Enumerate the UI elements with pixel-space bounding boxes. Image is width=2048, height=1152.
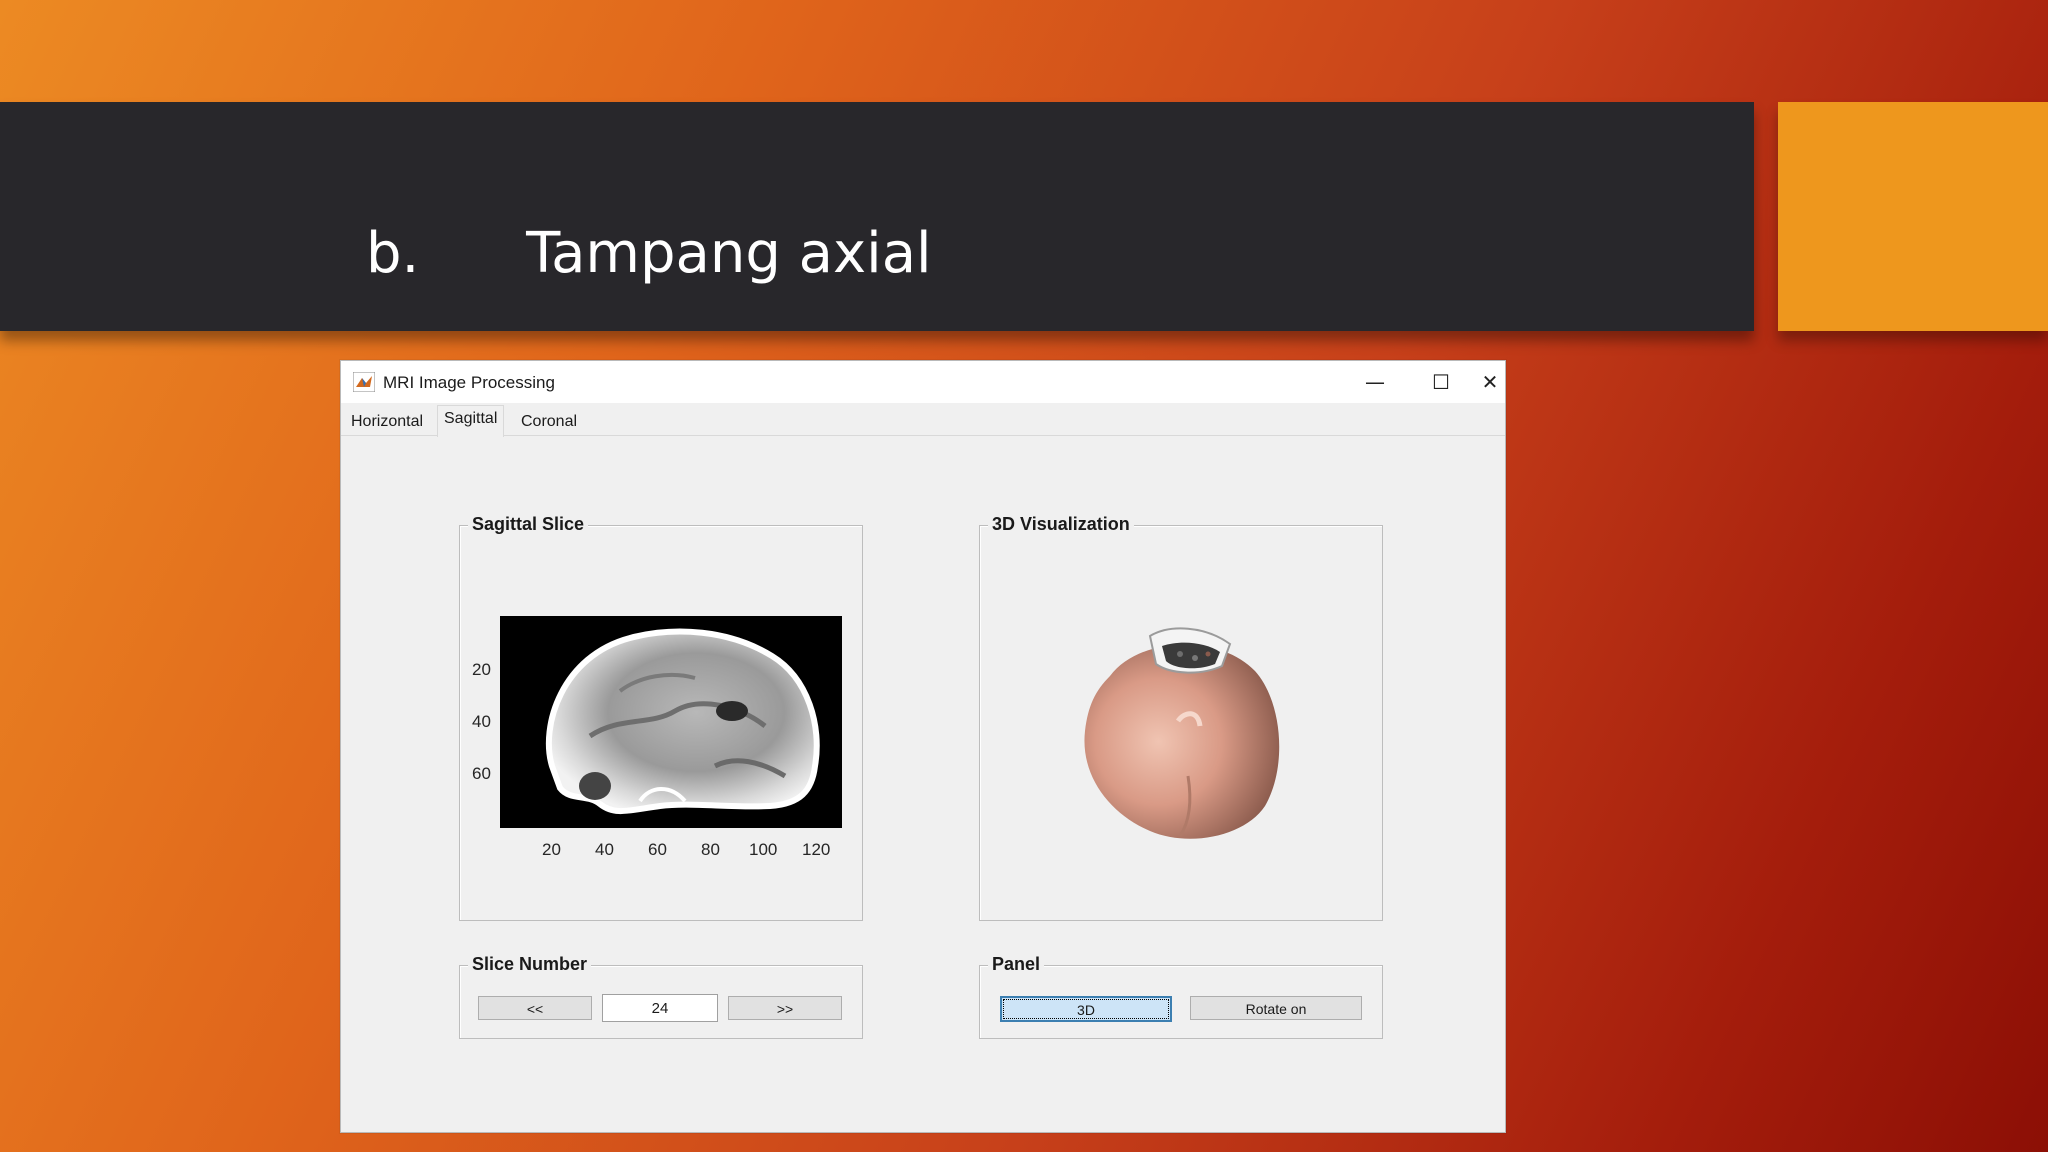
maximize-icon: ☐ [1432,370,1450,394]
slide-title: b. Tampang axial [366,226,932,282]
tab-strip: Horizontal Sagittal Coronal [341,403,1505,437]
rotate-on-button[interactable]: Rotate on [1190,996,1362,1020]
sagittal-slice-label: Sagittal Slice [468,514,589,535]
accent-block [1778,102,2048,331]
app-window: MRI Image Processing — ☐ ✕ Horizontal Sa… [340,360,1506,1133]
minimize-button[interactable]: — [1343,361,1407,403]
panel-group: Panel 3D Rotate on [979,954,1383,1039]
next-slice-button[interactable]: >> [728,996,842,1020]
title-band [0,102,1754,331]
window-title: MRI Image Processing [383,373,555,392]
minimize-icon: — [1365,370,1385,394]
close-icon: ✕ [1481,370,1499,394]
x-tick: 100 [749,840,778,859]
tab-horizontal[interactable]: Horizontal [345,409,429,435]
y-tick: 60 [472,764,491,783]
x-tick: 20 [542,840,561,859]
sagittal-slice-group: Sagittal Slice 20 40 60 20 40 60 80 100 … [459,514,863,921]
x-tick: 40 [595,840,614,859]
x-tick: 80 [701,840,720,859]
visualization-group: 3D Visualization [979,514,1383,921]
close-button[interactable]: ✕ [1475,361,1505,403]
slice-number-input[interactable]: 24 [602,994,718,1022]
slice-number-group: Slice Number << 24 >> [459,954,863,1039]
matlab-icon [353,372,375,392]
previous-slice-button[interactable]: << [478,996,592,1020]
slice-number-label: Slice Number [468,954,592,975]
visualization-label: 3D Visualization [988,514,1134,535]
title-bar: MRI Image Processing — ☐ ✕ [341,361,1505,403]
maximize-button[interactable]: ☐ [1409,361,1473,403]
y-tick: 40 [472,712,491,731]
title-text: Tampang axial [526,221,932,286]
tab-sagittal[interactable]: Sagittal [437,405,505,437]
3d-head-render[interactable] [1070,616,1290,842]
3d-button[interactable]: 3D [1000,996,1172,1022]
x-tick: 120 [802,840,831,859]
sagittal-slice-image [500,616,842,828]
x-tick: 60 [648,840,667,859]
title-marker: b. [366,221,420,286]
y-tick: 20 [472,660,491,679]
panel-label: Panel [988,954,1045,975]
tab-coronal[interactable]: Coronal [515,409,583,435]
